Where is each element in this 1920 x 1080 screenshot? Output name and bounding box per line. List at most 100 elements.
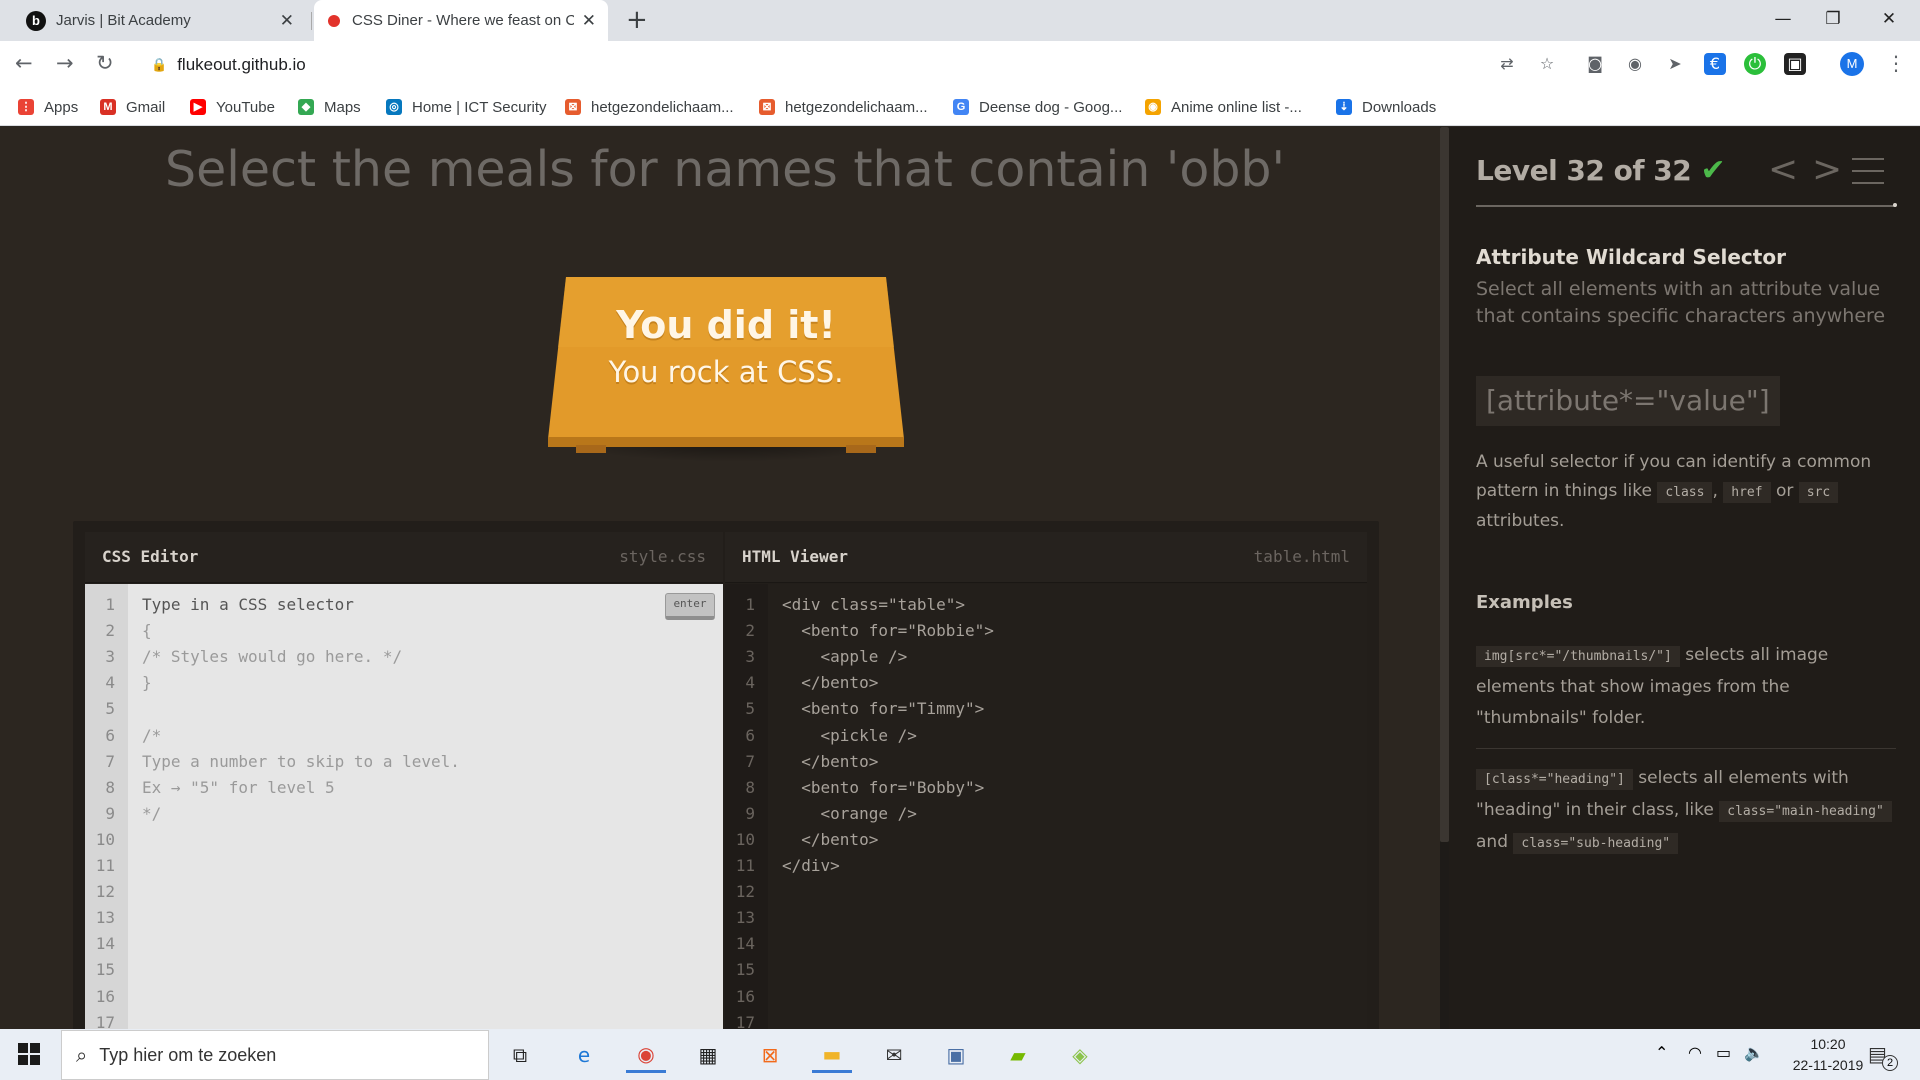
lock-icon[interactable]: 🔒 <box>151 58 167 73</box>
scrollbar-thumb[interactable] <box>1440 127 1449 842</box>
win-title: You did it! <box>616 303 836 347</box>
bookmark-item[interactable]: G Deense dog - Goog... <box>953 96 1122 118</box>
close-tab-icon[interactable]: ✕ <box>280 11 294 31</box>
hint-separator: or <box>1775 481 1794 501</box>
line-number: 3 <box>105 647 115 667</box>
bookmark-label: Apps <box>44 98 79 116</box>
example-1-code: img[src*="/thumbnails/"] <box>1476 646 1680 667</box>
bookmark-item[interactable]: ◆ Maps <box>298 96 361 118</box>
hint-code-href: href <box>1723 482 1771 503</box>
bookmarks-bar: ⋮ Apps M Gmail ▶ YouTube ◆ Maps ◎ Home | ICT Secu… <box>0 88 1920 126</box>
line-number: 6 <box>105 725 115 745</box>
address-bar[interactable]: 🔒 flukeout.github.io <box>141 48 1503 82</box>
minimize-button[interactable]: — <box>1760 4 1806 34</box>
html-code-line[interactable]: <orange /> <box>782 804 917 823</box>
profile-avatar[interactable]: M <box>1840 52 1864 76</box>
examples-heading: Examples <box>1476 592 1573 613</box>
nvidia-icon[interactable]: ▰ <box>998 1037 1038 1073</box>
store-icon[interactable]: ▦ <box>688 1037 728 1073</box>
bluestacks-icon[interactable]: ◈ <box>1060 1037 1100 1073</box>
html-code-line[interactable]: <apple /> <box>782 647 908 666</box>
css-code-line: Type a number to skip to a level. <box>142 751 460 771</box>
bookmark-item[interactable]: ⊠ hetgezondelichaam... <box>759 96 928 118</box>
xampp-icon[interactable]: ⊠ <box>750 1037 790 1073</box>
task-view-icon[interactable]: ⧉ <box>500 1037 540 1073</box>
edge-icon[interactable]: e <box>564 1037 604 1073</box>
extension-icon[interactable]: ▣ <box>1784 53 1806 75</box>
extension-owl-icon[interactable]: ◉ <box>1624 53 1646 75</box>
clock-time[interactable]: 10:20 <box>1796 1036 1860 1052</box>
hint-code-src: src <box>1798 482 1839 503</box>
back-arrow-icon[interactable]: ← <box>15 51 33 75</box>
bookmark-item[interactable]: ▶ YouTube <box>190 96 275 118</box>
bookmark-item[interactable]: ◉ Anime online list -... <box>1145 96 1302 118</box>
chrome-icon[interactable]: ◉ <box>626 1037 666 1073</box>
browser-toolbar: ← → ↻ 🔒 flukeout.github.io ⇄ ☆ ◙ ◉ ➤ € ⏻… <box>0 41 1920 88</box>
maximize-button[interactable]: ❐ <box>1810 4 1856 34</box>
css-selector-input[interactable]: Type in a CSS selector <box>142 595 354 614</box>
css-code-line: /* <box>142 725 162 745</box>
site-icon: ⊠ <box>759 99 775 115</box>
html-code-line[interactable]: </bento> <box>782 673 878 692</box>
close-tab-icon[interactable]: ✕ <box>582 11 596 31</box>
css-code-line: Ex → "5" for level 5 <box>142 777 335 797</box>
css-editor-body[interactable]: 1 2 3 4 5 6 7 8 9 10 11 12 13 14 15 16 17 enter Type in … <box>85 584 723 1029</box>
bookmark-item[interactable]: ⇣ Downloads <box>1336 96 1436 118</box>
previous-level-button[interactable]: < <box>1768 149 1798 190</box>
battery-icon[interactable]: ▭ <box>1716 1043 1731 1062</box>
close-window-button[interactable]: ✕ <box>1866 4 1912 34</box>
bookmark-item[interactable]: M Gmail <box>100 96 165 118</box>
new-tab-button[interactable]: + <box>626 6 648 34</box>
cursor-extension-icon[interactable]: ➤ <box>1664 53 1686 75</box>
apps-icon: ⋮ <box>18 99 34 115</box>
level-complete-check-icon: ✔ <box>1700 153 1726 188</box>
mail-icon[interactable]: ✉ <box>874 1037 914 1073</box>
tab-jarvis[interactable]: b Jarvis | Bit Academy ✕ <box>8 0 306 41</box>
windows-taskbar: ⌕ Typ hier om te zoeken ⧉ e ◉ ▦ ⊠ ▬ ✉ ▣ ▰ ◈ ⌃ ◠ ▭… <box>0 1029 1920 1080</box>
bookmark-item[interactable]: ◎ Home | ICT Security <box>386 96 547 118</box>
enter-button[interactable]: enter <box>665 593 715 620</box>
line-number: 17 <box>95 1012 115 1029</box>
level-menu-hamburger-icon[interactable] <box>1852 158 1884 194</box>
bookmark-star-icon[interactable]: ☆ <box>1536 53 1558 75</box>
html-code-line[interactable]: <bento for="Timmy"> <box>782 699 984 718</box>
taskbar-search[interactable]: ⌕ Typ hier om te zoeken <box>61 1030 489 1080</box>
line-number: 2 <box>745 621 755 641</box>
tab-title: Jarvis | Bit Academy <box>56 12 191 29</box>
html-code-line[interactable]: <pickle /> <box>782 726 917 745</box>
reload-icon[interactable]: ↻ <box>96 51 114 75</box>
bookmark-item[interactable]: ⋮ Apps <box>18 96 78 118</box>
next-level-button[interactable]: > <box>1812 149 1842 190</box>
bookmark-item[interactable]: ⊠ hetgezondelichaam... <box>565 96 734 118</box>
html-viewer-title: HTML Viewer <box>742 547 848 566</box>
volume-icon[interactable]: 🔈 <box>1744 1043 1764 1062</box>
euro-extension-icon[interactable]: € <box>1704 53 1726 75</box>
forward-arrow-icon[interactable]: → <box>56 51 74 75</box>
file-explorer-icon[interactable]: ▬ <box>812 1037 852 1073</box>
youtube-icon: ▶ <box>190 99 206 115</box>
wifi-icon[interactable]: ◠ <box>1688 1043 1702 1062</box>
win-plate: You did it! You rock at CSS. <box>548 277 904 453</box>
tab-css-diner[interactable]: CSS Diner - Where we feast on CSS ✕ <box>314 0 608 41</box>
browser-menu-icon[interactable]: ⋮ <box>1886 51 1906 75</box>
progress-fill <box>1476 205 1896 207</box>
css-diner-favicon-icon <box>328 14 340 27</box>
power-extension-icon[interactable]: ⏻ <box>1744 53 1766 75</box>
windows-start-icon[interactable] <box>18 1043 40 1065</box>
html-code-line[interactable]: </bento> <box>782 752 878 771</box>
translate-icon[interactable]: ⇄ <box>1496 53 1518 75</box>
drupal-icon: ◎ <box>386 99 402 115</box>
html-code-line[interactable]: </bento> <box>782 830 878 849</box>
camera-extension-icon[interactable]: ◙ <box>1584 53 1606 75</box>
html-code-line[interactable]: <bento for="Bobby"> <box>782 778 984 797</box>
bookmark-label: hetgezondelichaam... <box>785 98 928 116</box>
tray-chevron-up-icon[interactable]: ⌃ <box>1655 1043 1668 1062</box>
html-code-line[interactable]: <div class="table"> <box>782 595 965 614</box>
line-number: 11 <box>95 856 115 875</box>
selector-name: Attribute Wildcard Selector <box>1476 245 1786 269</box>
hint-text-end: attributes. <box>1476 511 1565 531</box>
line-number: 14 <box>95 934 115 954</box>
html-code-line[interactable]: <bento for="Robbie"> <box>782 621 994 640</box>
network-icon[interactable]: ▣ <box>936 1037 976 1073</box>
html-code-line[interactable]: </div> <box>782 856 840 875</box>
